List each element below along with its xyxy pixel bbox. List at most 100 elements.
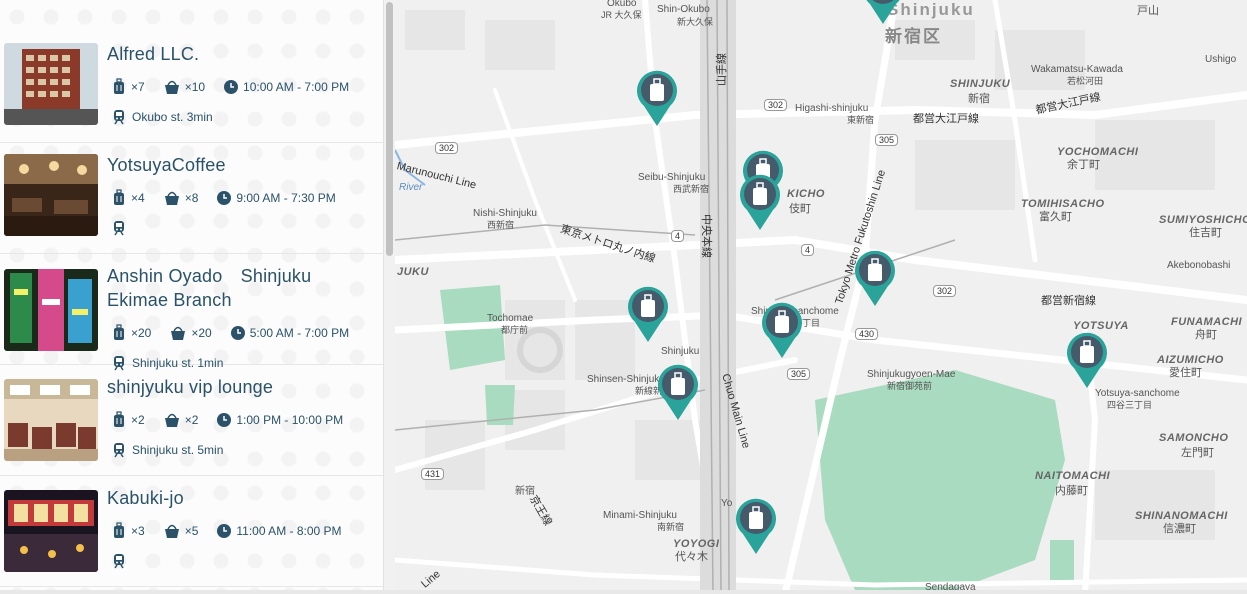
listing-stats: ×20 ×20 5:00 AM - 7:00 PM [111,323,367,343]
map-view[interactable]: Shinjuku 新宿区 戸山 Ushigo Okubo JR 大久保 Shin… [395,0,1247,594]
listing-station: Okubo st. 3min [111,107,213,127]
map-label: Shin-Okubo [657,4,710,15]
map-label: Ushigo [1205,54,1237,65]
map-label: 左門町 [1181,447,1214,459]
page-bottom-edge [0,590,1247,594]
luggage-pin-icon[interactable] [737,170,783,232]
listing-station [111,218,132,238]
listing-title[interactable]: Anshin Oyado Shinjuku Ekimae Branch [107,264,377,312]
listing-card[interactable]: Kabuki-jo ×3 ×5 11:00 AM - 8:00 PM [0,476,383,587]
map-label: KICHO [787,188,825,200]
map-base [395,0,1247,594]
listing-card[interactable]: Anshin Oyado Shinjuku Ekimae Branch ×20 … [0,254,383,371]
clock-icon [217,191,232,205]
luggage-pin-icon[interactable] [1064,328,1110,390]
map-label: JUKU [397,266,429,278]
map-label: 住吉町 [1189,227,1222,239]
bag-icon [164,191,179,205]
map-label: 西新宿 [487,220,515,230]
listing-stats: ×7 ×10 10:00 AM - 7:00 PM [111,77,367,97]
listing-card[interactable]: Alfred LLC. ×7 ×10 10:00 AM - 7:00 PM Ok… [0,32,383,143]
map-label: 南新宿 [657,522,685,532]
map-label: 信濃町 [1163,523,1196,535]
bag-count: ×5 [184,524,199,538]
suitcase-count: ×4 [131,191,145,205]
map-label: 余丁町 [1067,159,1100,171]
map-label: NAITOMACHI [1035,470,1111,482]
map-label: 東新宿 [847,115,875,125]
bag-icon [164,524,179,538]
listing-card[interactable]: YotsuyaCoffee ×4 ×8 9:00 AM - 7:30 PM [0,143,383,254]
map-label: 都庁前 [501,325,529,335]
route-shield: 305 [875,134,899,146]
opening-hours: 9:00 AM - 7:30 PM [236,191,336,205]
map-label: 新宿 [968,93,990,105]
luggage-pin-icon[interactable] [655,360,701,422]
bag-icon [171,326,186,340]
bag-count: ×2 [184,413,199,427]
bag-icon [164,80,179,94]
listing-station: Shinjuku st. 5min [111,440,223,460]
list-scrollbar[interactable] [383,0,395,594]
train-icon [114,221,124,236]
listing-photo [4,43,98,125]
map-label: 都営新宿線 [1041,295,1096,307]
station-text: Okubo st. 3min [132,110,213,124]
map-label: 四谷三丁目 [1107,400,1153,410]
luggage-pin-icon[interactable] [759,298,805,360]
map-label: 内藤町 [1055,485,1088,497]
train-icon [114,443,124,458]
opening-hours: 1:00 PM - 10:00 PM [236,413,344,427]
map-label: 代々木 [675,551,708,563]
listing-title[interactable]: shinjyuku vip lounge [107,375,377,399]
suitcase-count: ×2 [131,413,145,427]
map-label: 山手線 [716,53,728,86]
listing-title[interactable]: Kabuki-jo [107,486,377,510]
clock-icon [230,326,245,340]
luggage-pin-icon[interactable] [634,66,680,128]
map-label: Yo [721,498,733,509]
scrollbar-thumb[interactable] [386,2,393,256]
suitcase-count: ×20 [131,326,152,340]
luggage-pin-icon[interactable] [860,0,906,26]
train-icon [114,110,124,125]
bag-count: ×10 [184,80,206,94]
map-label: Shinjuku [661,346,700,357]
map-label: River [399,182,423,193]
listing-title[interactable]: Alfred LLC. [107,42,377,66]
clock-icon [217,413,232,427]
map-label: 西武新宿 [673,184,710,194]
bag-count: ×20 [191,326,212,340]
map-label: JR 大久保 [601,10,642,20]
luggage-pin-icon[interactable] [625,282,671,344]
listing-card[interactable]: shinjyuku vip lounge ×2 ×2 1:00 PM - 10:… [0,365,383,476]
bag-count: ×8 [184,191,199,205]
opening-hours: 11:00 AM - 8:00 PM [236,524,342,538]
bag-icon [164,413,179,427]
route-shield: 302 [764,99,788,111]
map-label: Akebonobashi [1167,260,1231,271]
route-shield: 4 [801,244,815,256]
listing-photo [4,379,98,461]
opening-hours: 10:00 AM - 7:00 PM [243,80,350,94]
suitcase-icon [114,522,124,538]
listing-station [111,551,132,571]
luggage-pin-icon[interactable] [852,246,898,308]
suitcase-count: ×7 [131,80,145,94]
route-shield: 431 [421,468,445,480]
listing-title[interactable]: YotsuyaCoffee [107,153,377,177]
clock-icon [217,524,232,538]
route-shield: 302 [933,285,957,297]
station-text: Shinjuku st. 5min [132,443,224,457]
luggage-pin-icon[interactable] [733,494,779,556]
map-label: 新大久保 [677,17,714,27]
map-label: 新宿 [515,486,535,497]
listing-photo [4,269,98,351]
map-label: 愛住町 [1169,367,1202,379]
route-shield: 302 [435,142,459,154]
map-label: 戸山 [1137,5,1159,17]
map-label: 中央本線 [700,214,712,258]
opening-hours: 5:00 AM - 7:00 PM [249,326,350,340]
map-label: 若松河田 [1067,76,1104,86]
suitcase-icon [114,189,124,205]
